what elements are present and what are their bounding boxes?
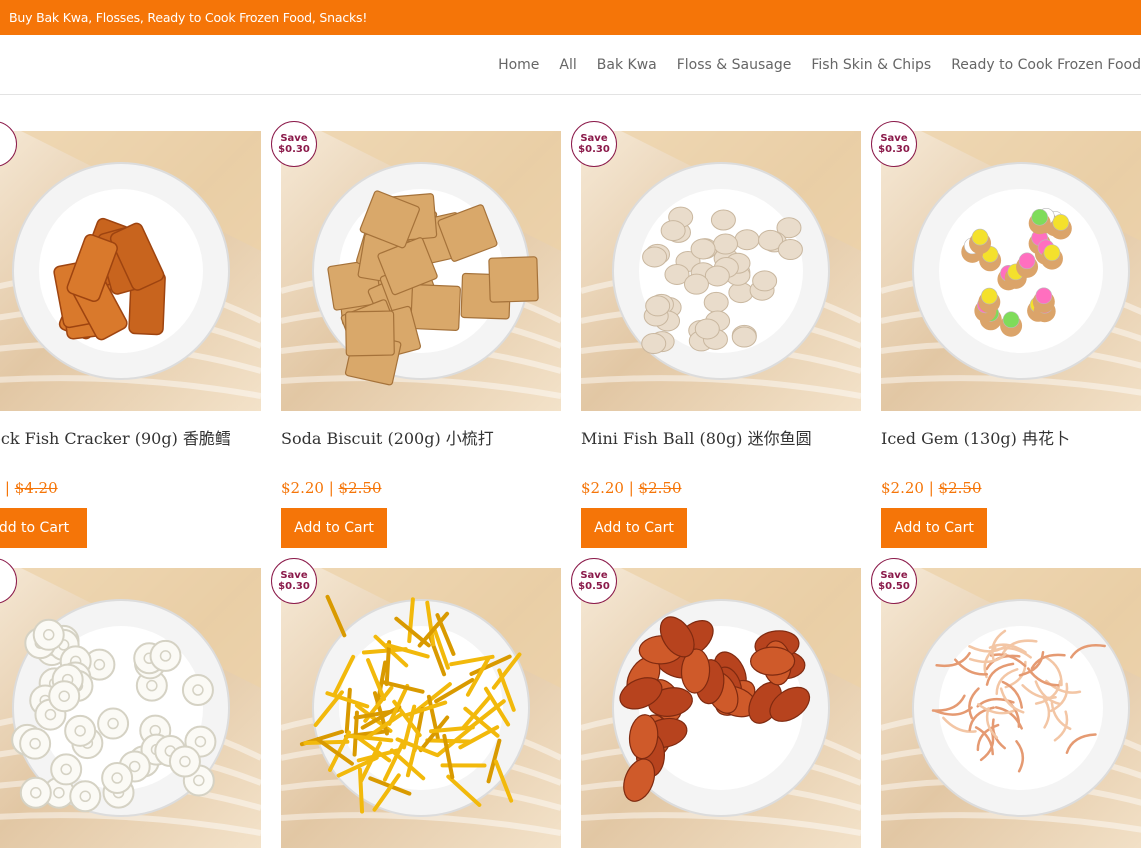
product-image[interactable]	[581, 131, 861, 411]
product-title[interactable]: llock Fish Cracker (90g) 香脆鳕	[0, 429, 261, 449]
save-badge-amount: $0.30	[878, 144, 910, 155]
save-badge-label: Save	[880, 570, 908, 581]
price-separator: |	[923, 479, 939, 497]
save-badge-label: e	[0, 133, 16, 144]
product-title[interactable]: Soda Biscuit (200g) 小梳打	[281, 429, 561, 449]
product-title[interactable]: Mini Fish Ball (80g) 迷你鱼圆	[581, 429, 861, 449]
product-price: $2.20 | $2.50	[281, 479, 382, 497]
price-separator: |	[0, 479, 15, 497]
original-price: $2.50	[338, 479, 382, 497]
save-badge: Save $0.30	[271, 558, 317, 604]
price-separator: |	[323, 479, 339, 497]
save-badge-amount: $0.50	[878, 581, 910, 592]
add-to-cart-button[interactable]: Add to Cart	[281, 508, 387, 548]
original-price: $2.50	[638, 479, 682, 497]
save-badge-amount: $0.30	[278, 581, 310, 592]
sale-price: $2.20	[581, 479, 624, 497]
product-price: $2.20 | $2.50	[581, 479, 682, 497]
add-to-cart-button[interactable]: Add to Cart	[881, 508, 987, 548]
price-separator: |	[623, 479, 639, 497]
save-badge: Save $0.30	[571, 121, 617, 167]
save-badge: Save $0.50	[871, 558, 917, 604]
save-badge-amount: 0	[0, 144, 16, 155]
product-image[interactable]	[281, 568, 561, 848]
product-image[interactable]	[0, 131, 261, 411]
save-badge-label: Save	[580, 133, 608, 144]
product-image[interactable]	[881, 568, 1141, 848]
save-badge: Save $0.30	[271, 121, 317, 167]
save-badge-amount: 0	[0, 581, 16, 592]
product-image[interactable]	[0, 568, 261, 848]
add-to-cart-button[interactable]: dd to Cart	[0, 508, 87, 548]
save-badge-amount: $0.30	[578, 144, 610, 155]
product-price: 80 | $4.20	[0, 479, 58, 497]
save-badge-label: Save	[580, 570, 608, 581]
sale-price: $2.20	[281, 479, 324, 497]
save-badge-label: Save	[280, 570, 308, 581]
save-badge-amount: $0.50	[578, 581, 610, 592]
add-to-cart-button[interactable]: Add to Cart	[581, 508, 687, 548]
product-image[interactable]	[881, 131, 1141, 411]
product-image[interactable]	[581, 568, 861, 848]
product-image[interactable]	[281, 131, 561, 411]
save-badge-amount: $0.30	[278, 144, 310, 155]
sale-price: $2.20	[881, 479, 924, 497]
save-badge-label: Save	[880, 133, 908, 144]
product-title[interactable]: Iced Gem (130g) 冉花卜	[881, 429, 1141, 449]
save-badge: Save $0.50	[571, 558, 617, 604]
save-badge-label: Save	[280, 133, 308, 144]
product-price: $2.20 | $2.50	[881, 479, 982, 497]
product-grid: e0llock Fish Cracker (90g) 香脆鳕片80 | $4.2…	[0, 0, 1141, 856]
original-price: $2.50	[938, 479, 982, 497]
save-badge-label: e	[0, 570, 16, 581]
original-price: $4.20	[14, 479, 58, 497]
save-badge: Save $0.30	[871, 121, 917, 167]
